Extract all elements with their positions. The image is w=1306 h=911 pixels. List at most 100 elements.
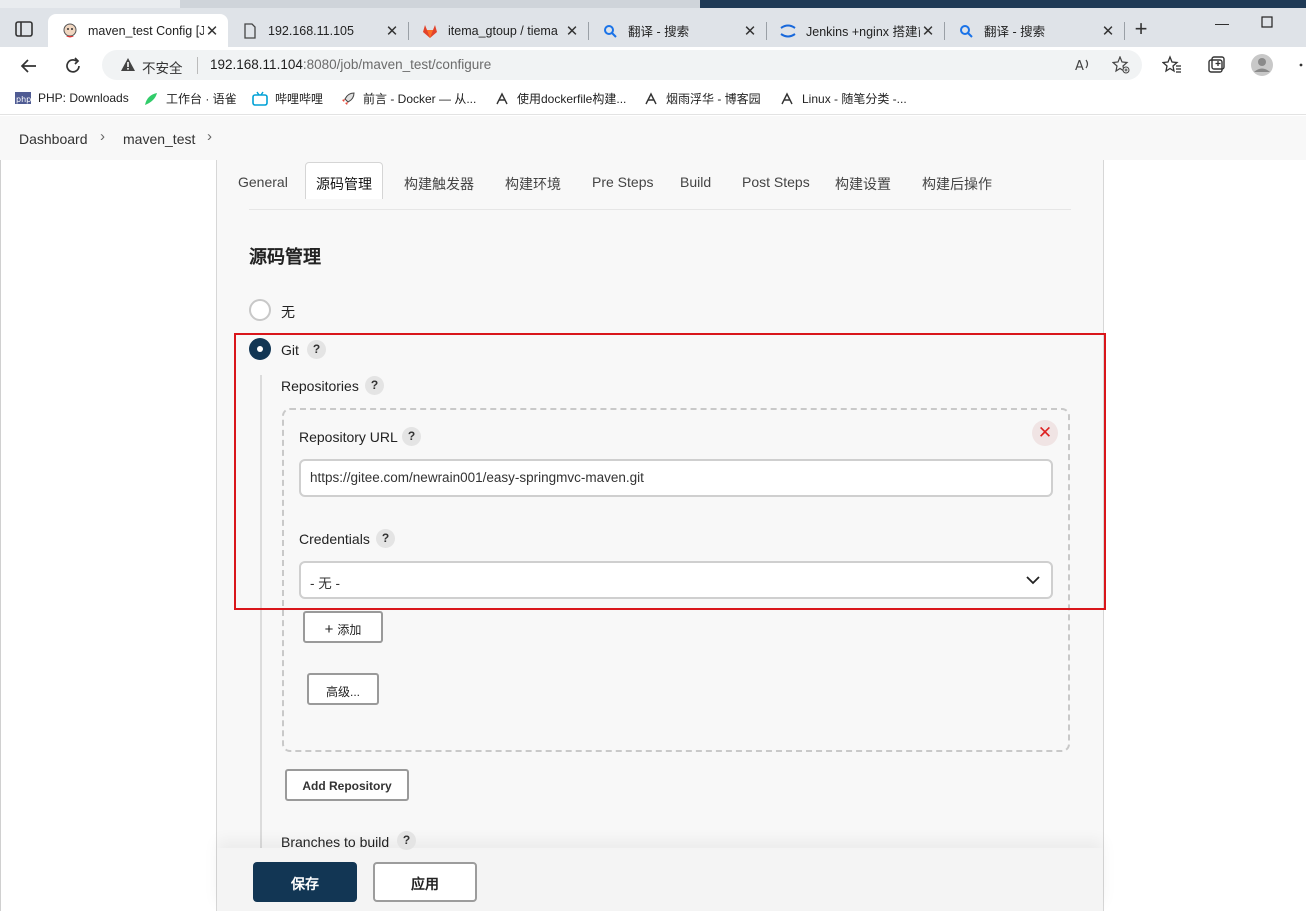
close-tab-icon[interactable]: ✕ bbox=[204, 23, 220, 40]
tab-build-environment[interactable]: 构建环境 bbox=[505, 174, 561, 194]
address-divider bbox=[197, 57, 198, 74]
branches-to-build-label: Branches to build bbox=[281, 834, 390, 850]
breadcrumb-chevron-icon[interactable]: › bbox=[100, 128, 105, 145]
tab-title: maven_test Config [Je bbox=[88, 23, 204, 38]
browser-tab-jenkins-nginx[interactable]: Jenkins +nginx 搭建前 ✕ bbox=[766, 14, 944, 47]
add-credentials-button[interactable]: + 添加 bbox=[303, 611, 383, 643]
gitlab-favicon-icon bbox=[422, 23, 438, 39]
browser-tab-192-168-11-105[interactable]: 192.168.11.105 ✕ bbox=[228, 14, 408, 47]
collections-icon[interactable] bbox=[1206, 55, 1226, 75]
cnblogs-icon bbox=[779, 91, 795, 107]
more-menu-icon[interactable] bbox=[1296, 55, 1306, 75]
background-window-strip bbox=[0, 0, 1306, 8]
new-tab-icon[interactable]: + bbox=[1130, 18, 1152, 41]
browser-tab-translate-1[interactable]: 翻译 - 搜索 ✕ bbox=[588, 14, 766, 47]
tab-build[interactable]: Build bbox=[680, 174, 711, 190]
tab-underline-divider bbox=[249, 209, 1071, 210]
address-bar[interactable]: 不安全 192.168.11.104:8080/job/maven_test/c… bbox=[102, 50, 1142, 80]
profile-avatar-icon[interactable] bbox=[1250, 53, 1274, 77]
bookmark-yuque[interactable]: 工作台 · 语雀 bbox=[143, 90, 237, 107]
tab-post-build-actions[interactable]: 构建后操作 bbox=[922, 174, 992, 194]
annotation-highlight-box bbox=[234, 333, 1106, 610]
background-window-left bbox=[0, 0, 180, 8]
cnblogs-icon bbox=[643, 91, 659, 107]
add-button-label: 添加 bbox=[337, 623, 362, 637]
save-button[interactable]: 保存 bbox=[253, 862, 357, 902]
bilibili-icon bbox=[252, 91, 268, 107]
svg-text:A: A bbox=[1075, 59, 1084, 74]
yuque-icon bbox=[143, 91, 159, 107]
radio-label-none[interactable]: 无 bbox=[281, 302, 295, 322]
read-aloud-icon[interactable]: A bbox=[1074, 56, 1092, 74]
bookmark-label: 前言 - Docker — 从... bbox=[363, 92, 477, 106]
browser-tab-maven-config[interactable]: maven_test Config [Je ✕ bbox=[48, 14, 228, 47]
bookmark-label: Linux - 随笔分类 -... bbox=[802, 92, 907, 106]
tab-build-triggers[interactable]: 构建触发器 bbox=[404, 174, 474, 194]
tab-title: 翻译 - 搜索 bbox=[984, 25, 1046, 39]
search-favicon-icon bbox=[958, 23, 974, 39]
help-icon[interactable]: ? bbox=[397, 831, 416, 850]
rocket-icon bbox=[340, 91, 356, 107]
breadcrumb-dashboard[interactable]: Dashboard bbox=[19, 131, 88, 147]
url-text[interactable]: 192.168.11.104:8080/job/maven_test/confi… bbox=[210, 57, 491, 72]
close-tab-icon[interactable]: ✕ bbox=[742, 23, 758, 40]
breadcrumb-chevron-icon[interactable]: › bbox=[207, 128, 212, 145]
bookmark-label: 烟雨浮华 - 博客园 bbox=[666, 92, 761, 106]
back-icon[interactable] bbox=[18, 55, 40, 77]
section-title: 源码管理 bbox=[249, 247, 321, 267]
browser-tab-translate-2[interactable]: 翻译 - 搜索 ✕ bbox=[944, 14, 1124, 47]
tab-pre-steps[interactable]: Pre Steps bbox=[592, 174, 653, 190]
apply-button[interactable]: 应用 bbox=[373, 862, 477, 902]
url-host: 192.168.11.104 bbox=[210, 57, 303, 72]
bookmark-dockerfile[interactable]: 使用dockerfile构建... bbox=[494, 90, 626, 107]
bookmark-php-downloads[interactable]: php PHP: Downloads bbox=[15, 90, 129, 106]
tab-title: itema_gtoup / tiema bbox=[448, 23, 558, 38]
radio-scm-none[interactable] bbox=[249, 299, 271, 321]
bookmark-linux[interactable]: Linux - 随笔分类 -... bbox=[779, 90, 907, 107]
cnblogs-icon bbox=[494, 91, 510, 107]
browser-tab-gitlab[interactable]: itema_gtoup / tiema ✕ bbox=[408, 14, 588, 47]
plus-icon: + bbox=[324, 621, 334, 638]
left-divider bbox=[0, 160, 1, 911]
warning-icon[interactable] bbox=[120, 57, 136, 78]
jenkins-favicon-icon bbox=[62, 23, 78, 39]
bookmarks-bar: php PHP: Downloads 工作台 · 语雀 哔哩哔哩 前言 - Do… bbox=[0, 84, 1306, 115]
close-tab-icon[interactable]: ✕ bbox=[564, 23, 580, 40]
bookmark-bilibili[interactable]: 哔哩哔哩 bbox=[252, 90, 323, 107]
tab-separator bbox=[1124, 22, 1125, 40]
search-favicon-icon bbox=[602, 23, 618, 39]
page-favicon-icon bbox=[242, 22, 258, 39]
add-favorite-icon[interactable] bbox=[1111, 55, 1130, 74]
tab-actions-icon[interactable] bbox=[14, 19, 34, 39]
advanced-button[interactable]: 高级... bbox=[307, 673, 379, 705]
tab-scm[interactable]: 源码管理 bbox=[305, 162, 383, 199]
bookmark-label: 工作台 · 语雀 bbox=[166, 92, 237, 106]
bookmark-blog-yanyu[interactable]: 烟雨浮华 - 博客园 bbox=[643, 90, 761, 107]
refresh-icon[interactable] bbox=[62, 55, 84, 77]
maximize-icon[interactable] bbox=[1261, 15, 1273, 31]
svg-text:php: php bbox=[16, 95, 31, 104]
tab-title: Jenkins +nginx 搭建前 bbox=[806, 25, 920, 39]
bookmark-docker[interactable]: 前言 - Docker — 从... bbox=[340, 90, 476, 107]
tab-title: 192.168.11.105 bbox=[268, 23, 354, 38]
bookmark-label: 哔哩哔哩 bbox=[275, 92, 324, 106]
bookmark-label: 使用dockerfile构建... bbox=[517, 92, 627, 106]
close-tab-icon[interactable]: ✕ bbox=[384, 23, 400, 40]
favorites-icon[interactable] bbox=[1161, 55, 1182, 75]
background-window-right bbox=[700, 0, 1306, 8]
tab-title: 翻译 - 搜索 bbox=[628, 25, 690, 39]
confluence-favicon-icon bbox=[780, 23, 796, 39]
add-repository-button[interactable]: Add Repository bbox=[285, 769, 409, 801]
php-icon: php bbox=[15, 90, 31, 106]
tab-build-settings[interactable]: 构建设置 bbox=[835, 174, 891, 194]
breadcrumb-job[interactable]: maven_test bbox=[123, 131, 195, 147]
url-path: :8080/job/maven_test/configure bbox=[302, 57, 492, 72]
tab-post-steps[interactable]: Post Steps bbox=[742, 174, 810, 190]
minimize-icon[interactable]: — bbox=[1215, 15, 1229, 31]
tab-general[interactable]: General bbox=[238, 174, 288, 190]
close-tab-icon[interactable]: ✕ bbox=[1100, 23, 1116, 40]
breadcrumb: Dashboard › maven_test › bbox=[0, 116, 1306, 160]
bookmark-label: PHP: Downloads bbox=[38, 91, 129, 105]
security-label[interactable]: 不安全 bbox=[142, 57, 183, 77]
close-tab-icon[interactable]: ✕ bbox=[920, 23, 936, 40]
